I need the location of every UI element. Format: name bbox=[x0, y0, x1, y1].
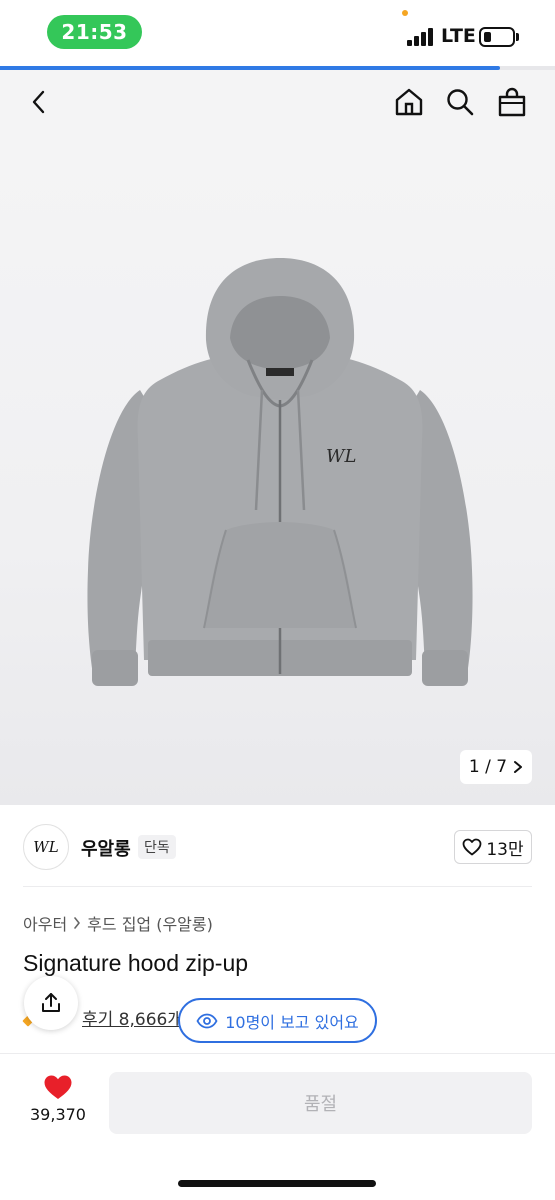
breadcrumb-category[interactable]: 아우터 bbox=[23, 911, 67, 935]
review-link[interactable]: 후기 8,666개 bbox=[82, 1005, 180, 1030]
status-time: 21:53 bbox=[47, 15, 142, 49]
brand-name[interactable]: 우알롱 bbox=[81, 835, 131, 861]
wishlist-button[interactable]: 39,370 bbox=[22, 1074, 94, 1134]
shopping-bag-icon bbox=[498, 87, 526, 117]
sold-out-button[interactable]: 품절 bbox=[109, 1072, 532, 1134]
image-counter-text: 1 / 7 bbox=[468, 757, 508, 777]
signal-icon bbox=[407, 28, 437, 46]
product-image-hoodie: WL bbox=[87, 258, 473, 686]
breadcrumb-subcategory[interactable]: 후드 집업 (우알롱) bbox=[87, 911, 213, 935]
svg-text:WL: WL bbox=[326, 446, 356, 467]
battery-cap bbox=[516, 33, 519, 41]
heart-outline-icon bbox=[462, 838, 482, 856]
product-title: Signature hood zip-up bbox=[23, 950, 249, 976]
brand-like-count: 13만 bbox=[486, 839, 524, 860]
image-counter[interactable]: 1 / 7 bbox=[460, 750, 532, 784]
top-navigation bbox=[0, 70, 555, 140]
product-image-gallery[interactable]: WL 1 / 7 bbox=[0, 140, 555, 805]
share-button[interactable] bbox=[24, 976, 78, 1030]
home-indicator bbox=[178, 1180, 376, 1187]
brand-like-button[interactable]: 13만 bbox=[454, 830, 532, 864]
wishlist-count: 39,370 bbox=[30, 1105, 86, 1124]
network-type: LTE bbox=[441, 25, 476, 47]
breadcrumb: 아우터 후드 집업 (우알롱) bbox=[23, 911, 213, 935]
heart-filled-icon bbox=[44, 1075, 72, 1099]
eye-icon bbox=[196, 1013, 218, 1028]
bottom-action-bar: 39,370 품절 bbox=[0, 1054, 555, 1200]
battery-icon bbox=[479, 27, 515, 47]
search-button[interactable] bbox=[442, 84, 478, 120]
back-button[interactable] bbox=[22, 84, 58, 120]
brand-logo[interactable]: WL bbox=[23, 824, 69, 870]
privacy-indicator-dot bbox=[402, 10, 408, 16]
home-icon bbox=[395, 88, 423, 116]
chevron-left-icon bbox=[32, 90, 45, 114]
viewers-badge: 10명이 보고 있어요 bbox=[178, 998, 377, 1043]
search-icon bbox=[447, 89, 474, 116]
share-icon bbox=[42, 993, 60, 1012]
divider bbox=[23, 886, 532, 887]
viewers-text: 10명이 보고 있어요 bbox=[225, 1012, 359, 1032]
home-button[interactable] bbox=[391, 84, 427, 120]
status-bar: 21:53 LTE bbox=[0, 0, 555, 66]
brand-row: WL 우알롱 단독 13만 bbox=[0, 805, 555, 887]
exclusive-badge: 단독 bbox=[138, 835, 176, 859]
cart-button[interactable] bbox=[494, 84, 530, 120]
chevron-right-icon bbox=[74, 917, 80, 929]
chevron-right-icon bbox=[514, 761, 523, 773]
